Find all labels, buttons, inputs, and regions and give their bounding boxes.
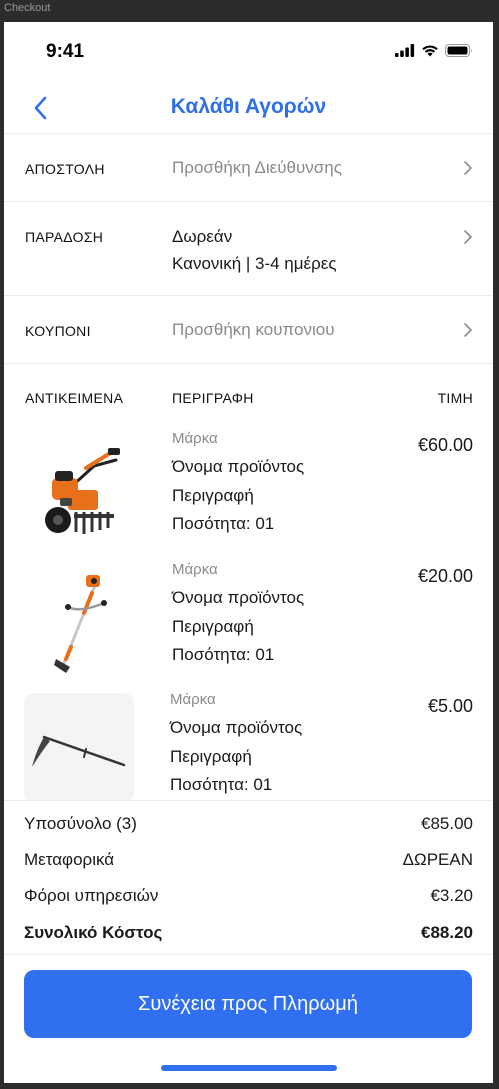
item-name: Όνομα προϊόντος — [170, 718, 303, 737]
proceed-to-payment-button[interactable]: Συνέχεια προς Πληρωμή — [24, 970, 472, 1038]
delivery-label: ΠΑΡΑΔΟΣΗ — [25, 229, 104, 245]
description-column-header: ΠΕΡΙΓΡΑΦΗ — [172, 390, 254, 406]
coupon-value: Προσθήκη κουπονιου — [172, 320, 335, 339]
item-quantity: Ποσότητα: 01 — [172, 514, 275, 533]
item-name: Όνομα προϊόντος — [172, 588, 305, 607]
chevron-right-icon — [464, 323, 472, 337]
coupon-label: ΚΟΥΠΟΝΙ — [25, 323, 91, 339]
total-value: €88.20 — [421, 923, 473, 942]
item-brand: Μάρκα — [172, 430, 218, 447]
shipping-label: ΑΠΟΣΤΟΛΗ — [25, 161, 105, 177]
status-bar: 9:41 — [4, 22, 493, 82]
tax-value: €3.20 — [430, 886, 473, 905]
order-summary: Υποσύνολο (3) €85.00 Μεταφορικά ΔΩΡΕΑΝ Φ… — [4, 800, 493, 955]
shipping-address-value: Προσθήκη Διεύθυνσης — [172, 158, 342, 177]
price-column-header: ΤΙΜΗ — [437, 390, 473, 406]
subtotal-row: Υποσύνολο (3) €85.00 — [24, 814, 473, 840]
shipping-row[interactable]: ΑΠΟΣΤΟΛΗ Προσθήκη Διεύθυνσης — [4, 134, 493, 202]
shipping-cost-row: Μεταφορικά ΔΩΡΕΑΝ — [24, 850, 473, 876]
total-label: Συνολικό Κόστος — [24, 923, 163, 942]
delivery-method-value: Κανονική | 3-4 ημέρες — [172, 254, 337, 273]
item-brand: Μάρκα — [170, 691, 216, 708]
tiller-image — [24, 438, 134, 548]
cart-item[interactable]: Μάρκα Όνομα προϊόντος Περιγραφή Ποσότητα… — [4, 561, 493, 691]
battery-icon — [445, 44, 472, 57]
item-description: Περιγραφή — [170, 747, 252, 766]
items-column-header: ΑΝΤΙΚΕΙΜΕΝΑ — [25, 390, 124, 406]
home-indicator — [161, 1065, 337, 1071]
chevron-right-icon — [464, 230, 472, 244]
cart-item[interactable]: Μάρκα Όνομα προϊόντος Περιγραφή Ποσότητα… — [4, 430, 493, 560]
status-icons — [395, 44, 473, 57]
item-price: €60.00 — [417, 435, 473, 455]
coupon-row[interactable]: ΚΟΥΠΟΝΙ Προσθήκη κουπονιου — [4, 296, 493, 364]
items-table-header: ΑΝΤΙΚΕΙΜΕΝΑ ΠΕΡΙΓΡΑΦΗ ΤΙΜΗ — [4, 386, 493, 416]
tax-label: Φόροι υπηρεσιών — [24, 886, 159, 905]
shipping-cost-label: Μεταφορικά — [24, 850, 115, 869]
frame-label: Checkout — [4, 2, 51, 14]
item-brand: Μάρκα — [172, 561, 218, 578]
item-name: Όνομα προϊόντος — [172, 457, 305, 476]
page-title: Καλάθι Αγορών — [170, 95, 327, 118]
checkout-screen: 9:41 Καλάθι Αγορών ΑΠΟΣΤΟΛΗ Προσθήκη Διε… — [4, 22, 493, 1083]
chevron-right-icon — [464, 161, 472, 175]
wifi-icon — [422, 45, 438, 57]
tax-row: Φόροι υπηρεσιών €3.20 — [24, 886, 473, 912]
item-quantity: Ποσότητα: 01 — [170, 775, 273, 794]
scythe-image — [24, 693, 134, 803]
subtotal-label: Υποσύνολο (3) — [24, 814, 137, 833]
signal-icon — [395, 44, 415, 57]
delivery-row[interactable]: ΠΑΡΑΔΟΣΗ Δωρεάν Κανονική | 3-4 ημέρες — [4, 202, 493, 296]
brushcutter-image — [24, 567, 134, 677]
navigation-bar: Καλάθι Αγορών — [4, 82, 493, 134]
total-row: Συνολικό Κόστος €88.20 — [24, 923, 473, 949]
item-quantity: Ποσότητα: 01 — [172, 645, 275, 664]
item-price: €5.00 — [427, 696, 473, 716]
status-time: 9:41 — [46, 41, 85, 62]
delivery-price-value: Δωρεάν — [172, 227, 233, 246]
item-description: Περιγραφή — [172, 617, 254, 636]
item-price: €20.00 — [417, 566, 473, 586]
shipping-cost-value: ΔΩΡΕΑΝ — [402, 850, 473, 869]
subtotal-value: €85.00 — [421, 814, 473, 833]
item-description: Περιγραφή — [172, 486, 254, 505]
